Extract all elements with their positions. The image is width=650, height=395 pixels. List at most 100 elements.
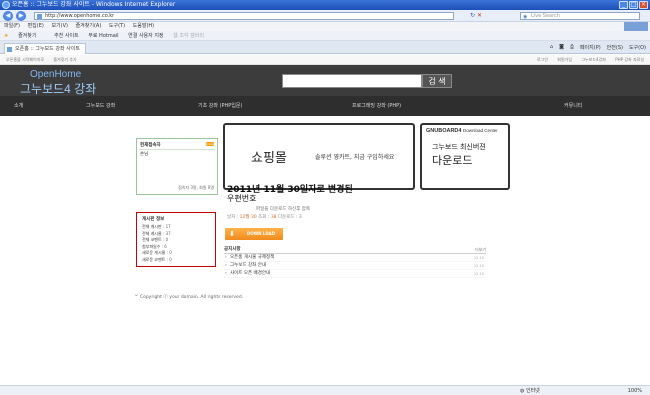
nav-programming[interactable]: 프로그래밍 강좌 (PHP) bbox=[352, 96, 401, 116]
visitors-count: 접속자 3명, 회원 0명 bbox=[178, 185, 214, 190]
main-nav: 소개 그누보드 강좌 기초 강좌 (PHP입문) 프로그래밍 강좌 (PHP) … bbox=[0, 96, 650, 116]
live-search-input[interactable]: ◉ Live Search bbox=[520, 12, 640, 20]
nav-community[interactable]: 커뮤니티 bbox=[564, 96, 582, 116]
feeds-icon[interactable]: ◙ bbox=[559, 44, 564, 51]
notice-date: 12-19 bbox=[473, 264, 484, 268]
tools-menu[interactable]: 도구(O) bbox=[629, 44, 646, 51]
update-subtitle: 우편번호 bbox=[227, 194, 257, 203]
php-archive-link[interactable]: PHP 강좌 자료실 bbox=[615, 57, 644, 62]
windows-logo bbox=[624, 22, 648, 31]
copyright-text: ™ Copyright ⓒ your domain. All rights re… bbox=[134, 295, 244, 300]
notice-title[interactable]: 공지사항 bbox=[224, 247, 241, 252]
nav-gnuboard[interactable]: 그누보드 강좌 bbox=[86, 96, 115, 116]
site-header: OpenHome 그누보드4 강좌 검 색 bbox=[0, 65, 650, 96]
command-bar: ⌂ ◙ ⎙ 페이지(P) 안전(S) 도구(O) bbox=[550, 44, 646, 51]
window-title: 오픈홈 :: 그누보드 강좌 사이트 - Windows Internet Ex… bbox=[12, 1, 176, 8]
star-icon: ★ bbox=[4, 33, 9, 39]
stop-icon[interactable]: ✕ bbox=[477, 12, 482, 19]
update-meta: 날자 : 12월 30 조회 : 38 다운로드 : 3 bbox=[227, 215, 302, 220]
home-icon[interactable]: ⌂ bbox=[550, 44, 553, 51]
board-stats-box: 게시판 정보 전체 게시판 : 17 전체 게시물 : 37 전체 코멘트 : … bbox=[136, 212, 216, 267]
shop-banner-title: 쇼핑몰 bbox=[251, 150, 287, 165]
maximize-button[interactable]: □ bbox=[629, 1, 638, 9]
stats-row: 새로운 코멘트 : 0 bbox=[142, 256, 172, 262]
tab-bar: 오픈홈 :: 그누보드 강좌 사이트 ⌂ ◙ ⎙ 페이지(P) 안전(S) 도구… bbox=[0, 41, 650, 54]
notice-date: 12-19 bbox=[473, 256, 484, 260]
page-menu[interactable]: 페이지(P) bbox=[580, 44, 601, 51]
menu-edit[interactable]: 편집(E) bbox=[28, 23, 44, 29]
visitors-more-badge[interactable]: more bbox=[206, 142, 214, 146]
fav-link-webslice[interactable]: 웹 조각 갤러리 bbox=[173, 33, 204, 39]
site-logo-subtitle[interactable]: 그누보드4 강좌 bbox=[20, 80, 96, 97]
tab-title: 오픈홈 :: 그누보드 강좌 사이트 bbox=[15, 46, 80, 52]
search-provider-icon: ◉ bbox=[523, 14, 528, 20]
set-homepage-link[interactable]: 오픈홈을 시작페이지로 bbox=[6, 57, 44, 62]
back-button[interactable]: ◀ bbox=[3, 11, 13, 21]
close-button[interactable]: × bbox=[639, 1, 648, 9]
fav-link-suggested[interactable]: 추천 사이트 bbox=[54, 33, 79, 39]
gnu-banner-head: GNUBOARD4 Download Center bbox=[426, 128, 498, 134]
safety-menu[interactable]: 안전(S) bbox=[607, 44, 623, 51]
gnuboard-course-link[interactable]: 그누보드4강좌 bbox=[581, 57, 606, 62]
site-search-button[interactable]: 검 색 bbox=[422, 74, 452, 88]
url-input[interactable]: http://www.openhome.co.kr bbox=[34, 12, 454, 20]
gnu-banner-line2: 그누보드 최신버젼 bbox=[432, 143, 486, 151]
forward-button[interactable]: ▶ bbox=[16, 11, 26, 21]
minimize-button[interactable]: _ bbox=[619, 1, 628, 9]
notice-item[interactable]: › 오픈홈 게시물 규제정책 12-19 bbox=[224, 254, 486, 262]
menu-bar: 파일(F) 편집(E) 보기(V) 즐겨찾기(A) 도구(T) 도움말(H) bbox=[0, 22, 650, 31]
fav-link-customize[interactable]: 연결 사용자 지정 bbox=[128, 33, 163, 39]
menu-favorites[interactable]: 즐겨찾기(A) bbox=[76, 23, 102, 29]
download-icon: ⬇ bbox=[229, 230, 235, 238]
notice-more-link[interactable]: 더보기 bbox=[475, 246, 486, 253]
zoom-level[interactable]: 100% bbox=[628, 386, 642, 395]
visitor-guest: 손님 bbox=[140, 152, 149, 157]
fav-link-hotmail[interactable]: 무료 Hotmail bbox=[88, 33, 118, 39]
menu-view[interactable]: 보기(V) bbox=[51, 23, 68, 29]
shop-banner-subtitle: 솔루션 영카트, 지금 구입하세요 bbox=[315, 154, 395, 161]
site-top-links: 오픈홈을 시작페이지로 즐겨찾기 추가 로그인 회원가입 그누보드4강좌 PHP… bbox=[0, 55, 650, 65]
menu-help[interactable]: 도움말(H) bbox=[133, 23, 154, 29]
search-placeholder: Live Search bbox=[531, 13, 560, 19]
address-bar: ◀ ▶ http://www.openhome.co.kr ↻ ✕ ◉ Live… bbox=[0, 10, 650, 22]
login-link[interactable]: 로그인 bbox=[537, 57, 548, 62]
bullet-icon: › bbox=[225, 271, 227, 276]
update-note: 파일을 다운로드 하신후 압축 bbox=[256, 207, 310, 212]
nav-basic[interactable]: 기초 강좌 (PHP입문) bbox=[198, 96, 242, 116]
globe-icon: ◍ bbox=[520, 388, 525, 394]
menu-tools[interactable]: 도구(T) bbox=[109, 23, 125, 29]
url-text: http://www.openhome.co.kr bbox=[45, 13, 115, 19]
site-logo-text[interactable]: OpenHome bbox=[30, 69, 81, 80]
window-title-bar: 오픈홈 :: 그누보드 강좌 사이트 - Windows Internet Ex… bbox=[0, 0, 650, 10]
current-visitors-box: 현재접속자 more 손님 접속자 3명, 회원 0명 bbox=[136, 138, 218, 195]
stats-title: 게시판 정보 bbox=[142, 217, 165, 222]
gnu-banner-line3: 다운로드 bbox=[432, 154, 473, 167]
shopping-mall-banner[interactable]: 쇼핑몰 솔루션 영카트, 지금 구입하세요 bbox=[223, 123, 415, 190]
favorites-button[interactable]: ★ 즐겨찾기 bbox=[4, 33, 44, 39]
signup-link[interactable]: 회원가입 bbox=[557, 57, 572, 62]
ie-logo-icon bbox=[2, 1, 10, 9]
site-search-input[interactable] bbox=[282, 74, 422, 88]
refresh-stop-group: ↻ ✕ bbox=[470, 12, 482, 19]
status-bar: ◍ 인터넷 100% bbox=[0, 385, 650, 395]
favorites-bar: ★ 즐겨찾기 추천 사이트 무료 Hotmail 연결 사용자 지정 웹 조각 … bbox=[0, 31, 650, 41]
print-icon[interactable]: ⎙ bbox=[570, 44, 574, 51]
window-controls: _ □ × bbox=[619, 1, 648, 9]
refresh-icon[interactable]: ↻ bbox=[470, 12, 475, 19]
add-bookmark-link[interactable]: 즐겨찾기 추가 bbox=[53, 57, 76, 62]
notice-item[interactable]: › 그누보드 강좌 안내 12-19 bbox=[224, 262, 486, 270]
notice-item[interactable]: › 사이트 오픈 배경안내 12-19 bbox=[224, 270, 486, 278]
page-icon bbox=[37, 14, 42, 19]
notice-header: 공지사항 더보기 bbox=[224, 246, 486, 254]
visitors-title: 현재접속자 bbox=[140, 143, 161, 148]
menu-file[interactable]: 파일(F) bbox=[4, 23, 20, 29]
visitors-list bbox=[139, 149, 215, 189]
notice-date: 12-19 bbox=[473, 272, 484, 276]
tab-page-icon bbox=[7, 47, 12, 52]
bullet-icon: › bbox=[225, 255, 227, 260]
tab-active[interactable]: 오픈홈 :: 그누보드 강좌 사이트 bbox=[4, 43, 86, 54]
notice-board: 공지사항 더보기 › 오픈홈 게시물 규제정책 12-19 › 그누보드 강좌 … bbox=[224, 246, 486, 286]
download-button[interactable]: ⬇ DOWN LOAD bbox=[225, 228, 283, 240]
gnuboard-download-banner[interactable]: GNUBOARD4 Download Center 그누보드 최신버젼 다운로드 bbox=[420, 123, 510, 190]
nav-about[interactable]: 소개 bbox=[14, 96, 23, 116]
